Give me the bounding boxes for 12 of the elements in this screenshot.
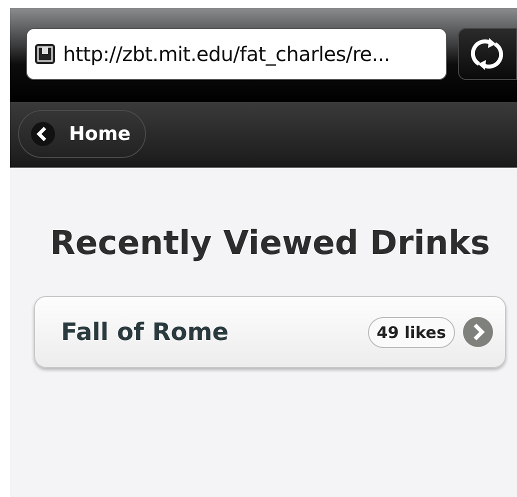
drink-name: Fall of Rome <box>61 318 230 346</box>
url-field[interactable]: http://zbt.mit.edu/fat_charles/re... <box>26 28 447 80</box>
back-icon <box>31 122 55 146</box>
likes-count: 49 likes <box>368 316 455 348</box>
page-icon <box>35 44 55 64</box>
drink-list-item[interactable]: Fall of Rome 49 likes <box>34 296 506 368</box>
page-title: Recently Viewed Drinks <box>48 223 491 262</box>
home-button[interactable]: Home <box>18 110 146 158</box>
reload-icon <box>469 36 506 72</box>
url-text: http://zbt.mit.edu/fat_charles/re... <box>63 42 390 66</box>
reload-button[interactable] <box>458 28 517 80</box>
chevron-icon <box>463 317 493 347</box>
